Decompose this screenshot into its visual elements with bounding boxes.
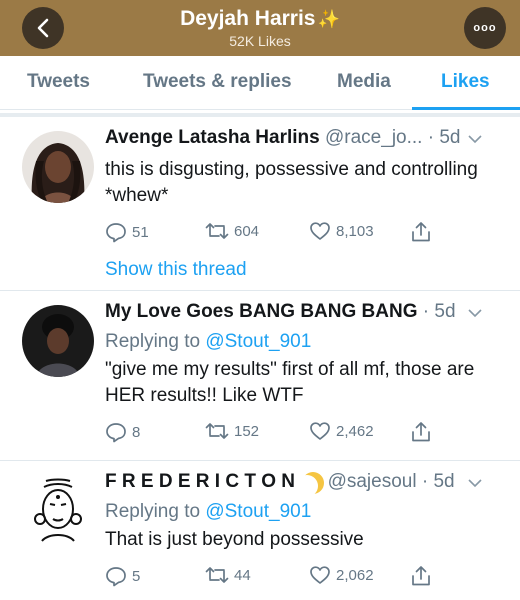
- timestamp[interactable]: · 5d: [422, 471, 455, 492]
- share-button[interactable]: [411, 221, 431, 243]
- tweet-header: F R E D E R I C T O N @sajesoul · 5d: [105, 471, 506, 497]
- display-name[interactable]: F R E D E R I C T O N: [105, 471, 295, 492]
- retweet-button[interactable]: 152: [205, 421, 259, 441]
- show-thread-link[interactable]: Show this thread: [105, 259, 506, 281]
- more-icon: ooo: [473, 22, 497, 34]
- reply-button[interactable]: 8: [105, 421, 140, 443]
- display-name[interactable]: My Love Goes BANG BANG BANG: [105, 301, 417, 322]
- replying-to: Replying to @Stout_901: [105, 501, 506, 523]
- mention-link[interactable]: @Stout_901: [205, 501, 311, 522]
- mention-link[interactable]: @Stout_901: [205, 331, 311, 352]
- replying-to-label: Replying to: [105, 331, 201, 352]
- likes-count: 52K Likes: [229, 33, 291, 49]
- avatar[interactable]: [22, 305, 94, 377]
- retweet-icon: [205, 223, 229, 239]
- heart-icon: [310, 566, 330, 584]
- timestamp[interactable]: · 5d: [423, 301, 456, 322]
- chevron-down-icon[interactable]: [468, 305, 482, 321]
- like-button[interactable]: 8,103: [309, 221, 374, 241]
- retweet-button[interactable]: 604: [205, 221, 259, 241]
- chevron-down-icon[interactable]: [468, 131, 482, 147]
- tab-tweets[interactable]: Tweets: [27, 71, 90, 93]
- handle[interactable]: @sajesoul: [328, 471, 417, 492]
- tweet-content: F R E D E R I C T O N @sajesoul · 5d Rep…: [105, 471, 506, 593]
- tab-tweets-replies[interactable]: Tweets & replies: [143, 71, 292, 93]
- tweet-actions: 51 604 8,103: [105, 221, 506, 249]
- tab-likes[interactable]: Likes: [441, 71, 490, 93]
- profile-header: Deyjah Harris ✨ 52K Likes ooo: [0, 0, 520, 56]
- tab-media[interactable]: Media: [337, 71, 391, 93]
- active-tab-indicator: [412, 107, 520, 110]
- retweet-count: 152: [234, 422, 260, 440]
- retweet-button[interactable]: 44: [205, 565, 251, 585]
- heart-icon: [310, 422, 330, 440]
- retweet-icon: [205, 567, 229, 583]
- retweet-icon: [205, 423, 229, 439]
- handle[interactable]: @race_jo...: [325, 127, 422, 148]
- profile-tabs: Tweets Tweets & replies Media Likes: [0, 56, 520, 110]
- avatar[interactable]: [22, 131, 94, 203]
- tweet-content: My Love Goes BANG BANG BANG · 5d Replyin…: [105, 301, 506, 449]
- tweet[interactable]: F R E D E R I C T O N @sajesoul · 5d Rep…: [0, 461, 520, 600]
- chevron-down-icon[interactable]: [468, 475, 482, 491]
- reply-count: 5: [132, 567, 141, 585]
- like-button[interactable]: 2,462: [309, 421, 374, 441]
- reply-icon: [106, 567, 126, 587]
- reply-icon: [106, 223, 126, 243]
- tweet[interactable]: My Love Goes BANG BANG BANG · 5d Replyin…: [0, 291, 520, 461]
- share-button[interactable]: [411, 421, 431, 443]
- tweet-actions: 5 44 2,062: [105, 565, 506, 593]
- share-button[interactable]: [411, 565, 431, 587]
- heart-icon: [310, 222, 330, 240]
- reply-count: 8: [132, 423, 141, 441]
- page-title: Deyjah Harris ✨: [180, 7, 340, 30]
- like-count: 2,062: [336, 566, 374, 584]
- tweet-text: "give me my results" first of all mf, th…: [105, 359, 475, 406]
- tweet-header: My Love Goes BANG BANG BANG · 5d: [105, 301, 506, 327]
- crescent-moon-icon: [296, 475, 318, 497]
- share-icon: [412, 222, 430, 242]
- share-icon: [412, 422, 430, 442]
- like-count: 8,103: [336, 222, 374, 240]
- retweet-count: 604: [234, 222, 260, 240]
- like-button[interactable]: 2,062: [309, 565, 374, 585]
- tweet-actions: 8 152 2,462: [105, 421, 506, 449]
- tweet-text: That is just beyond possessive: [105, 529, 364, 550]
- avatar[interactable]: [22, 475, 94, 547]
- reply-button[interactable]: 5: [105, 565, 140, 587]
- more-button[interactable]: ooo: [464, 7, 506, 49]
- display-name[interactable]: Avenge Latasha Harlins: [105, 127, 320, 148]
- retweet-count: 44: [234, 566, 251, 584]
- reply-icon: [106, 423, 126, 443]
- tweet-text: this is disgusting, possessive and contr…: [105, 159, 478, 206]
- timestamp[interactable]: · 5d: [428, 127, 461, 148]
- share-icon: [412, 566, 430, 586]
- reply-count: 51: [132, 223, 149, 241]
- tweet-content: Avenge Latasha Harlins @race_jo... · 5d …: [105, 127, 506, 281]
- tweet[interactable]: Avenge Latasha Harlins @race_jo... · 5d …: [0, 117, 520, 291]
- replying-to: Replying to @Stout_901: [105, 331, 506, 353]
- reply-button[interactable]: 51: [105, 221, 149, 243]
- sparkles-emoji: ✨: [317, 9, 340, 29]
- replying-to-label: Replying to: [105, 501, 201, 522]
- like-count: 2,462: [336, 422, 374, 440]
- tweet-header: Avenge Latasha Harlins @race_jo... · 5d: [105, 127, 506, 153]
